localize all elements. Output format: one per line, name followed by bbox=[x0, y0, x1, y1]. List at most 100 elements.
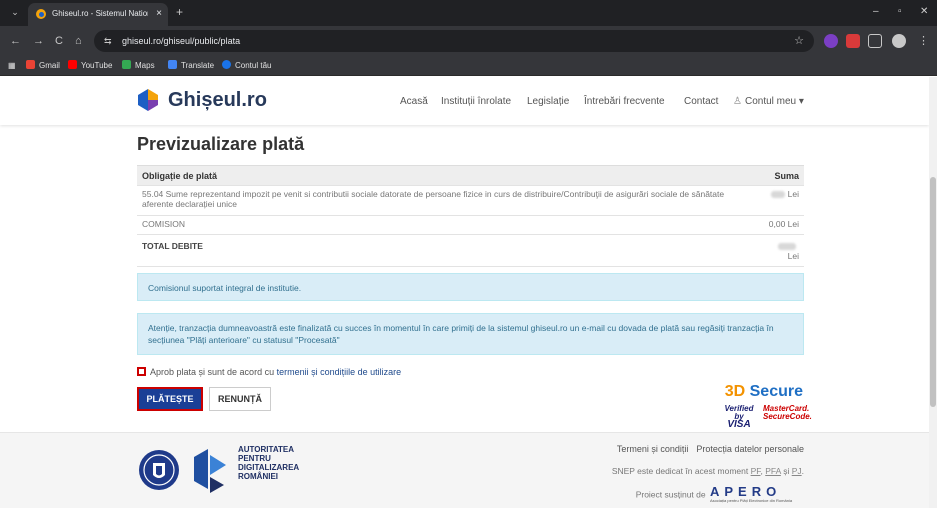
vbv-line2: VISA bbox=[727, 419, 751, 430]
redacted-amount bbox=[770, 191, 785, 199]
address-bar[interactable]: ⇆ ghiseul.ro/ghiseul/public/plata ☆ bbox=[94, 30, 814, 52]
extensions-puzzle-icon[interactable] bbox=[868, 34, 882, 48]
cancel-button[interactable]: RENUNȚĂ bbox=[209, 387, 271, 411]
obligation-amount: Lei bbox=[734, 185, 804, 216]
obligation-description: 55.04 Sume reprezentand impozit pe venit… bbox=[137, 185, 734, 216]
nav-legislatie[interactable]: Legislație bbox=[527, 94, 569, 110]
browser-tab-strip: ⌄ Ghiseul.ro - Sistemul National El × + … bbox=[0, 0, 937, 26]
ghiseul-logo[interactable]: Ghișeul.ro bbox=[135, 85, 267, 117]
extensions-area bbox=[822, 34, 906, 50]
tab-title: Ghiseul.ro - Sistemul National El bbox=[52, 9, 148, 18]
bookmark-label: YouTube bbox=[81, 61, 113, 70]
new-tab-button[interactable]: + bbox=[176, 5, 183, 19]
back-icon[interactable]: ← bbox=[10, 34, 21, 48]
account-icon bbox=[222, 60, 231, 69]
redacted-amount bbox=[778, 243, 796, 251]
site-header: Ghișeul.ro Acasă Instituții înrolate Leg… bbox=[0, 77, 929, 125]
commission-amount: 0,00 Lei bbox=[734, 215, 804, 235]
bookmark-youtube[interactable]: YouTube bbox=[68, 59, 112, 73]
tab-list-icon[interactable]: ⌄ bbox=[8, 5, 22, 19]
nav-institutii-inrolate[interactable]: Instituții înrolate bbox=[441, 94, 511, 110]
bookmark-label: Contul tău bbox=[235, 61, 272, 70]
total-amount: Lei bbox=[734, 234, 804, 267]
profile-avatar-icon[interactable] bbox=[892, 34, 906, 48]
apero-logo: APERO Asociația pentru Plăți Electronice… bbox=[710, 485, 804, 505]
logo-text: Ghișeul.ro bbox=[168, 89, 267, 111]
snep-end: . bbox=[801, 466, 804, 476]
apps-grid-icon[interactable]: ▦ bbox=[8, 59, 16, 73]
mastercard-securecode-logo: MasterCard. SecureCode. bbox=[763, 405, 812, 421]
bookmark-star-icon[interactable]: ☆ bbox=[794, 33, 804, 49]
translate-icon bbox=[168, 60, 177, 69]
address-url[interactable]: ghiseul.ro/ghiseul/public/plata bbox=[122, 34, 240, 48]
3d-label: 3D bbox=[724, 383, 746, 400]
column-header-obligation: Obligație de plată bbox=[137, 165, 734, 186]
site-footer: AUTORITATEA PENTRU DIGITALIZAREA ROMÂNIE… bbox=[0, 432, 929, 508]
nav-contul-meu-label: Contul meu ▾ bbox=[744, 96, 804, 107]
adr-logo-icon bbox=[194, 449, 226, 493]
forward-icon[interactable]: → bbox=[33, 34, 44, 48]
3d-secure-logo: 3D Secure Verified by VISA MasterCard. Sec… bbox=[721, 383, 812, 430]
maps-icon bbox=[122, 60, 131, 69]
nav-intrebari-frecvente[interactable]: Întrebări frecvente bbox=[584, 94, 665, 110]
snep-pfa-link[interactable]: PFA bbox=[765, 466, 781, 476]
terms-agreement: Aprob plata și sunt de acord cu termenii… bbox=[137, 365, 401, 379]
extension-purple-icon[interactable] bbox=[824, 34, 838, 48]
apero-letters: APERO bbox=[710, 484, 782, 499]
youtube-icon bbox=[68, 60, 77, 69]
msc-line2: SecureCode. bbox=[763, 412, 812, 421]
terms-link[interactable]: termenii și condițiile de utilizare bbox=[277, 367, 402, 377]
browser-tab-active[interactable]: Ghiseul.ro - Sistemul National El × bbox=[28, 3, 168, 26]
nav-contul-meu[interactable]: ♙ Contul meu ▾ bbox=[733, 94, 804, 110]
transaction-notice-alert: Atenție, tranzacția dumneavoastră este f… bbox=[137, 313, 804, 355]
table-row: 55.04 Sume reprezentand impozit pe venit… bbox=[137, 185, 804, 216]
home-icon[interactable]: ⌂ bbox=[75, 34, 82, 48]
bookmark-gmail[interactable]: Gmail bbox=[26, 59, 60, 73]
web-page: Ghișeul.ro Acasă Instituții înrolate Leg… bbox=[0, 77, 929, 508]
snep-pj-link[interactable]: PJ bbox=[792, 466, 802, 476]
browser-toolbar: ← → C ⌂ ⇆ ghiseul.ro/ghiseul/public/plat… bbox=[0, 26, 937, 56]
ghiseul-logo-icon bbox=[138, 89, 158, 111]
nav-acasa[interactable]: Acasă bbox=[400, 94, 428, 110]
snep-text: SNEP este dedicat în acest moment bbox=[611, 466, 751, 476]
bookmark-maps[interactable]: Maps bbox=[122, 59, 155, 73]
bookmark-label: Gmail bbox=[39, 61, 60, 70]
maximize-window-button[interactable]: ▫ bbox=[898, 5, 902, 19]
bookmark-account[interactable]: Contul tău bbox=[222, 59, 271, 73]
payment-table: Obligație de plată Suma 55.04 Sume repre… bbox=[137, 165, 804, 267]
apero-subtitle: Asociația pentru Plăți Electronice din R… bbox=[710, 498, 793, 503]
snep-notice: SNEP este dedicat în acest moment PF, PF… bbox=[560, 465, 804, 477]
page-scrollbar[interactable] bbox=[929, 77, 937, 508]
site-info-icon[interactable]: ⇆ bbox=[104, 34, 112, 48]
minimize-window-button[interactable]: – bbox=[873, 5, 879, 19]
scrollbar-thumb[interactable] bbox=[930, 177, 936, 407]
terms-checkbox[interactable] bbox=[137, 367, 146, 376]
close-window-button[interactable]: ✕ bbox=[920, 5, 928, 19]
reload-icon[interactable]: C bbox=[55, 34, 63, 48]
adr-line: DIGITALIZAREA bbox=[238, 463, 300, 472]
snep-pf-link[interactable]: PF bbox=[751, 466, 761, 476]
tab-close-icon[interactable]: × bbox=[156, 8, 162, 20]
table-row-total: TOTAL DEBITE Lei bbox=[137, 234, 804, 267]
bookmark-translate[interactable]: Translate bbox=[168, 59, 214, 73]
nav-contact[interactable]: Contact bbox=[684, 94, 718, 110]
amount-currency: Lei bbox=[787, 251, 799, 261]
browser-menu-icon[interactable]: ⋮ bbox=[918, 34, 929, 48]
user-icon: ♙ bbox=[733, 96, 742, 107]
adr-name: AUTORITATEA PENTRU DIGITALIZAREA ROMÂNIE… bbox=[238, 445, 318, 481]
terms-text: Aprob plata și sunt de acord cu bbox=[150, 367, 277, 377]
extension-red-icon[interactable] bbox=[846, 34, 860, 48]
column-header-amount: Suma bbox=[734, 165, 804, 186]
bookmarks-bar: ▦ Gmail YouTube Maps Translate Contul tă… bbox=[0, 56, 937, 76]
adr-line: ROMÂNIEI bbox=[238, 472, 278, 481]
apero-sponsor: Proiect susținut de APERO Asociația pent… bbox=[560, 485, 804, 505]
verified-by-visa-logo: Verified by VISA bbox=[721, 405, 757, 430]
gmail-icon bbox=[26, 60, 35, 69]
commission-label: COMISION bbox=[137, 215, 734, 235]
total-label: TOTAL DEBITE bbox=[137, 234, 734, 267]
pay-button[interactable]: PLĂTEȘTE bbox=[137, 387, 203, 411]
privacy-footer-link[interactable]: Protecția datelor personale bbox=[696, 444, 804, 454]
footer-links: Termeni și condiții Protecția datelor per… bbox=[604, 443, 804, 455]
amount-currency: Lei bbox=[787, 189, 799, 199]
terms-footer-link[interactable]: Termeni și condiții bbox=[617, 444, 689, 454]
